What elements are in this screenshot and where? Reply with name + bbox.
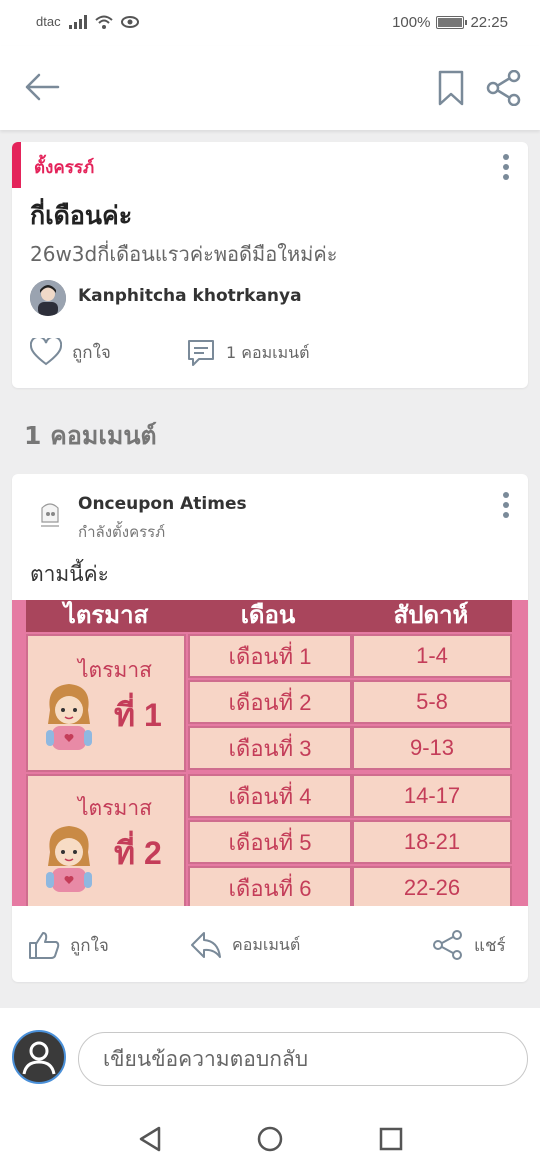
comment-like-button[interactable]: ถูกใจ (28, 930, 109, 960)
weeks-cell: 22-26 (352, 866, 512, 906)
trimester-1-number: ที่ 1 (114, 697, 162, 733)
trimester-2-label: ไตรมาส (78, 797, 152, 820)
comment-actions: ถูกใจ คอมเมนต์ แชร์ (12, 906, 528, 982)
trimester-1-block: ไตรมาส ที่ 1 (26, 634, 186, 772)
reply-input[interactable] (78, 1032, 528, 1086)
comment-reply-button[interactable]: คอมเมนต์ (190, 930, 300, 960)
system-nav-bar (0, 1108, 540, 1170)
month-cell: เดือนที่ 3 (188, 726, 352, 770)
bookmark-icon[interactable] (438, 70, 464, 106)
status-bar: dtac 100% 22:25 (0, 0, 540, 46)
comments-heading: 1 คอมเมนต์ (24, 421, 157, 450)
carrier-label: dtac (36, 14, 61, 29)
comment-like-label: ถูกใจ (70, 935, 109, 956)
wifi-icon (94, 15, 113, 29)
comment-card: Onceupon Atimes กำลังตั้งครรภ์ ตามนี้ค่ะ… (12, 474, 528, 982)
comment-share-button[interactable]: แชร์ (432, 930, 506, 960)
battery-level (438, 18, 463, 27)
battery-icon (436, 16, 468, 29)
post-like-label: ถูกใจ (72, 342, 111, 363)
trimester-2-block: ไตรมาส ที่ 2 (26, 774, 186, 906)
heart-icon (30, 338, 62, 366)
user-icon[interactable] (12, 1030, 66, 1084)
comment-share-label: แชร์ (474, 935, 506, 956)
post-like-button[interactable]: ถูกใจ (30, 338, 111, 366)
month-cell: เดือนที่ 6 (188, 866, 352, 906)
comment-reply-label: คอมเมนต์ (232, 934, 301, 954)
author-name[interactable]: Kanphitcha khotrkanya (78, 286, 302, 306)
post-card: ตั้งครรภ์ กี่เดือนค่ะ 26w3dกี่เดือนแรวค่… (12, 142, 528, 388)
post-comment-button[interactable]: 1 คอมเมนต์ (186, 338, 309, 368)
girl-illustration-icon (46, 826, 92, 892)
girl-illustration-icon (46, 684, 92, 750)
nav-recents-icon[interactable] (379, 1127, 403, 1151)
trimester-2-number: ที่ 2 (114, 835, 162, 871)
header-month: เดือน (240, 602, 296, 629)
category-accent-bar (12, 142, 21, 188)
nav-back-icon[interactable] (138, 1126, 162, 1152)
month-cell: เดือนที่ 2 (188, 680, 352, 724)
commenter-status: กำลังตั้งครรภ์ (78, 523, 166, 541)
battery-percent: 100% (392, 14, 431, 31)
pregnancy-table: ไตรมาส เดือน สัปดาห์ ไตรมาส ที่ 1 เดือนท… (26, 600, 512, 906)
share-icon[interactable] (486, 70, 522, 106)
reply-bar (0, 1008, 540, 1108)
comment-text: ตามนี้ค่ะ (30, 562, 109, 586)
post-kebab-menu-icon[interactable] (503, 154, 509, 180)
month-cell: เดือนที่ 1 (188, 634, 352, 678)
weeks-cell: 5-8 (352, 680, 512, 724)
commenter-name[interactable]: Onceupon Atimes (78, 494, 247, 514)
weeks-cell: 1-4 (352, 634, 512, 678)
header-weeks: สัปดาห์ (393, 602, 469, 629)
eye-icon (120, 15, 139, 28)
weeks-cell: 9-13 (352, 726, 512, 770)
commenter-avatar[interactable] (32, 496, 68, 532)
header-trimester: ไตรมาส (63, 602, 149, 629)
thumbs-up-icon (29, 932, 60, 959)
back-arrow-icon[interactable] (24, 72, 60, 102)
author-avatar[interactable] (30, 280, 66, 316)
top-app-bar (0, 46, 540, 130)
weeks-cell: 18-21 (352, 820, 512, 864)
status-right: 100% 22:25 (392, 14, 508, 31)
weeks-cell: 14-17 (352, 774, 512, 818)
table-header: ไตรมาส เดือน สัปดาห์ (26, 600, 512, 632)
clock: 22:25 (470, 14, 508, 31)
share-icon (433, 930, 462, 960)
post-title: กี่เดือนค่ะ (30, 201, 133, 230)
month-cell: เดือนที่ 5 (188, 820, 352, 864)
post-comment-count: 1 คอมเมนต์ (226, 342, 310, 362)
comment-image[interactable]: ไตรมาส เดือน สัปดาห์ ไตรมาส ที่ 1 เดือนท… (12, 600, 528, 906)
comment-kebab-menu-icon[interactable] (503, 492, 509, 518)
signal-icon (68, 14, 87, 29)
nav-home-icon[interactable] (257, 1126, 283, 1152)
reply-arrow-icon (191, 932, 221, 958)
month-cell: เดือนที่ 4 (188, 774, 352, 818)
status-left: dtac (36, 14, 139, 29)
post-body: 26w3dกี่เดือนแรวค่ะพอดีมือใหม่ค่ะ (30, 242, 338, 266)
post-category[interactable]: ตั้งครรภ์ (34, 154, 94, 181)
comment-bubble-icon (188, 340, 214, 366)
